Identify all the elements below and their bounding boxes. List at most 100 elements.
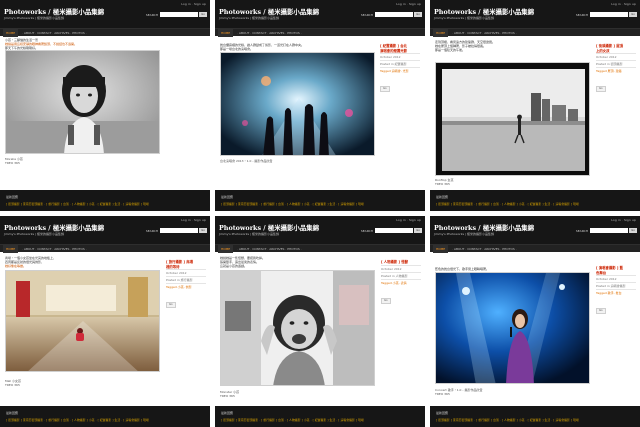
search-button[interactable]: Go (199, 12, 207, 17)
site-brand[interactable]: Photoworks / 極米攝影小品集錦 (4, 7, 104, 16)
girl-portrait-photo (6, 51, 159, 153)
post-photo[interactable] (5, 270, 160, 372)
post-tags-text[interactable]: Tagged 小孩, 倒影 (166, 285, 192, 289)
post-tags[interactable]: Tagged 屋頂, 建築 (596, 67, 636, 74)
sidebar-button[interactable]: Go (596, 86, 606, 93)
post-photo[interactable] (435, 272, 590, 384)
nav-home[interactable]: HOME (433, 245, 449, 253)
footer-category-links[interactable]: [ 街頭攝影 ] 東南亞街頭攝影 · [ 旅行攝影 ] 台灣 · [ 人物攝影 … (6, 202, 149, 206)
footer-recent-comments[interactable]: 最新回應 (436, 411, 448, 415)
sidebar-button[interactable]: Go (380, 86, 390, 93)
site-brand[interactable]: Photoworks / 極米攝影小品集錦 (219, 223, 319, 232)
search-input[interactable] (160, 12, 198, 17)
nav-links[interactable]: · ABOUT · CONTACT · ARCHIVES · PHOTOS · (237, 29, 302, 37)
post-photo[interactable] (220, 52, 375, 156)
search-button[interactable]: Go (414, 228, 422, 233)
site-brand[interactable]: Photoworks / 極米攝影小品集錦 (434, 7, 534, 16)
post-tags[interactable]: Tagged 歌手, 舞台 (596, 289, 636, 296)
nav-links[interactable]: · ABOUT · CONTACT · ARCHIVES · PHOTOS · (237, 245, 302, 253)
post-title[interactable]: [ 演唱會攝影 ] 藍 色舞台 (596, 266, 636, 275)
post-title[interactable]: [ 旅行攝影 ] 商場 裡的等待 (166, 260, 206, 269)
footer-category-links[interactable]: [ 街頭攝影 ] 東南亞街頭攝影 · [ 旅行攝影 ] 台灣 · [ 人物攝影 … (436, 202, 579, 206)
site-tagline: Jimmy's Photoworks | 極米的攝影小品集錦 (4, 16, 64, 20)
sidebar-button[interactable]: Go (381, 297, 391, 304)
caption-line: TREO 365 (435, 392, 450, 396)
post-category[interactable]: Posted in 演唱會攝影 (596, 282, 636, 289)
search-input[interactable] (590, 228, 628, 233)
nav-links[interactable]: · ABOUT · CONTACT · ARCHIVES · PHOTOS · (452, 245, 517, 253)
footer-category-links[interactable]: [ 街頭攝影 ] 東南亞街頭攝影 · [ 旅行攝影 ] 台灣 · [ 人物攝影 … (221, 418, 364, 422)
nav-links[interactable]: · ABOUT · CONTACT · ARCHIVES · PHOTOS · (22, 245, 87, 253)
main-nav: HOME · ABOUT · CONTACT · ARCHIVES · PHOT… (215, 28, 425, 37)
site-brand[interactable]: Photoworks / 極米攝影小品集錦 (4, 223, 104, 232)
site-header: Log in · Sign up Photoworks / 極米攝影小品集錦 J… (0, 216, 210, 244)
search-input[interactable] (375, 12, 413, 17)
footer-recent-comments[interactable]: 最新回應 (6, 411, 18, 415)
footer-category-links[interactable]: [ 街頭攝影 ] 東南亞街頭攝影 · [ 旅行攝影 ] 台灣 · [ 人物攝影 … (6, 418, 149, 422)
search-input[interactable] (375, 228, 413, 233)
photo-caption: Mall 小女孩 TREO 365 (5, 379, 21, 387)
post-line: 那是一場台北的演唱會。 (220, 47, 254, 51)
footer-category-links[interactable]: [ 街頭攝影 ] 東南亞街頭攝影 · [ 旅行攝影 ] 台灣 · [ 人物攝影 … (436, 418, 579, 422)
post-category-text[interactable]: Posted in 演唱會攝影 (596, 284, 626, 288)
post-tags-text[interactable]: Tagged 小孩, 表情 (381, 281, 407, 285)
post-title[interactable]: [ 紀實攝影 ] 台北 演唱會的煙霧光影 (380, 44, 420, 53)
search-input[interactable] (590, 12, 628, 17)
post-photo[interactable] (435, 62, 590, 176)
blog-panel-5: Log in · Sign up Photoworks / 極米攝影小品集錦 J… (215, 216, 425, 427)
site-brand[interactable]: Photoworks / 極米攝影小品集錦 (434, 223, 534, 232)
post-meta-sidebar: [ 紀實攝影 ] 台北 演唱會的煙霧光影 October 2012 Posted… (380, 44, 420, 93)
login-link[interactable]: Log in · Sign up (396, 218, 421, 222)
login-link[interactable]: Log in · Sign up (396, 2, 421, 6)
search-button[interactable]: Go (629, 12, 637, 17)
post-category-text[interactable]: Posted in 紀實攝影 (380, 62, 407, 66)
sidebar-button[interactable]: Go (166, 302, 176, 309)
post-tags[interactable]: Tagged 演唱會, 光影 (380, 67, 420, 74)
post-date: October 2012 (596, 275, 636, 282)
footer-recent-comments[interactable]: 最新回應 (436, 195, 448, 199)
login-link[interactable]: Log in · Sign up (611, 2, 636, 6)
footer-category-links[interactable]: [ 街頭攝影 ] 東南亞街頭攝影 · [ 旅行攝影 ] 台灣 · [ 人物攝影 … (221, 202, 364, 206)
rooftop-girl-photo (436, 63, 589, 175)
post-category[interactable]: Posted in 街頭攝影 (596, 60, 636, 67)
post-photo[interactable] (220, 270, 375, 386)
sidebar-button[interactable]: Go (596, 308, 606, 315)
main-nav: HOME · ABOUT · CONTACT · ARCHIVES · PHOT… (430, 28, 640, 37)
post-category[interactable]: Posted in 紀實攝影 (380, 60, 420, 67)
site-brand[interactable]: Photoworks / 極米攝影小品集錦 (219, 7, 319, 16)
post-category-text[interactable]: Posted in 人物攝影 (381, 274, 408, 278)
post-tags-text[interactable]: Tagged 屋頂, 建築 (596, 69, 622, 73)
site-header: Log in · Sign up Photoworks / 極米攝影小品集錦 J… (430, 0, 640, 28)
site-footer: 最新回應 [ 街頭攝影 ] 東南亞街頭攝影 · [ 旅行攝影 ] 台灣 · [ … (0, 406, 210, 427)
login-link[interactable]: Log in · Sign up (181, 2, 206, 6)
post-tags-text[interactable]: Tagged 歌手, 舞台 (596, 291, 622, 295)
footer-recent-comments[interactable]: 最新回應 (221, 411, 233, 415)
post-category[interactable]: Posted in 人物攝影 (381, 271, 421, 279)
post-line: 那是一個陰天的午後。 (435, 48, 466, 52)
nav-home[interactable]: HOME (3, 245, 19, 253)
search-button[interactable]: Go (629, 228, 637, 233)
login-link[interactable]: Log in · Sign up (181, 218, 206, 222)
nav-links[interactable]: · ABOUT · CONTACT · ARCHIVES · PHOTOS · (452, 29, 517, 37)
post-category[interactable]: Posted in 旅行攝影 (166, 276, 206, 283)
nav-home[interactable]: HOME (218, 29, 234, 37)
nav-home[interactable]: HOME (3, 29, 19, 37)
screenshot-grid: Log in · Sign up Photoworks / 極米攝影小品集錦 J… (0, 0, 640, 427)
post-photo[interactable] (5, 50, 160, 154)
post-tags-text[interactable]: Tagged 演唱會, 光影 (380, 69, 409, 73)
search-input[interactable] (160, 228, 198, 233)
footer-recent-comments[interactable]: 最新回應 (221, 195, 233, 199)
search-label: SEARCH (145, 229, 158, 233)
post-tags[interactable]: Tagged 小孩, 表情 (381, 278, 421, 286)
post-category-text[interactable]: Posted in 旅行攝影 (166, 278, 193, 282)
nav-home[interactable]: HOME (218, 245, 234, 253)
post-category-text[interactable]: Posted in 街頭攝影 (596, 62, 623, 66)
post-title[interactable]: [ 街頭攝影 ] 屋頂 上的女孩 (596, 44, 636, 53)
footer-recent-comments[interactable]: 最新回應 (6, 195, 18, 199)
post-tags[interactable]: Tagged 小孩, 倒影 (166, 283, 206, 290)
search-button[interactable]: Go (414, 12, 422, 17)
nav-links[interactable]: · ABOUT · CONTACT · ARCHIVES · PHOTOS · (22, 29, 87, 37)
search-button[interactable]: Go (199, 228, 207, 233)
login-link[interactable]: Log in · Sign up (611, 218, 636, 222)
nav-home[interactable]: HOME (433, 29, 449, 37)
